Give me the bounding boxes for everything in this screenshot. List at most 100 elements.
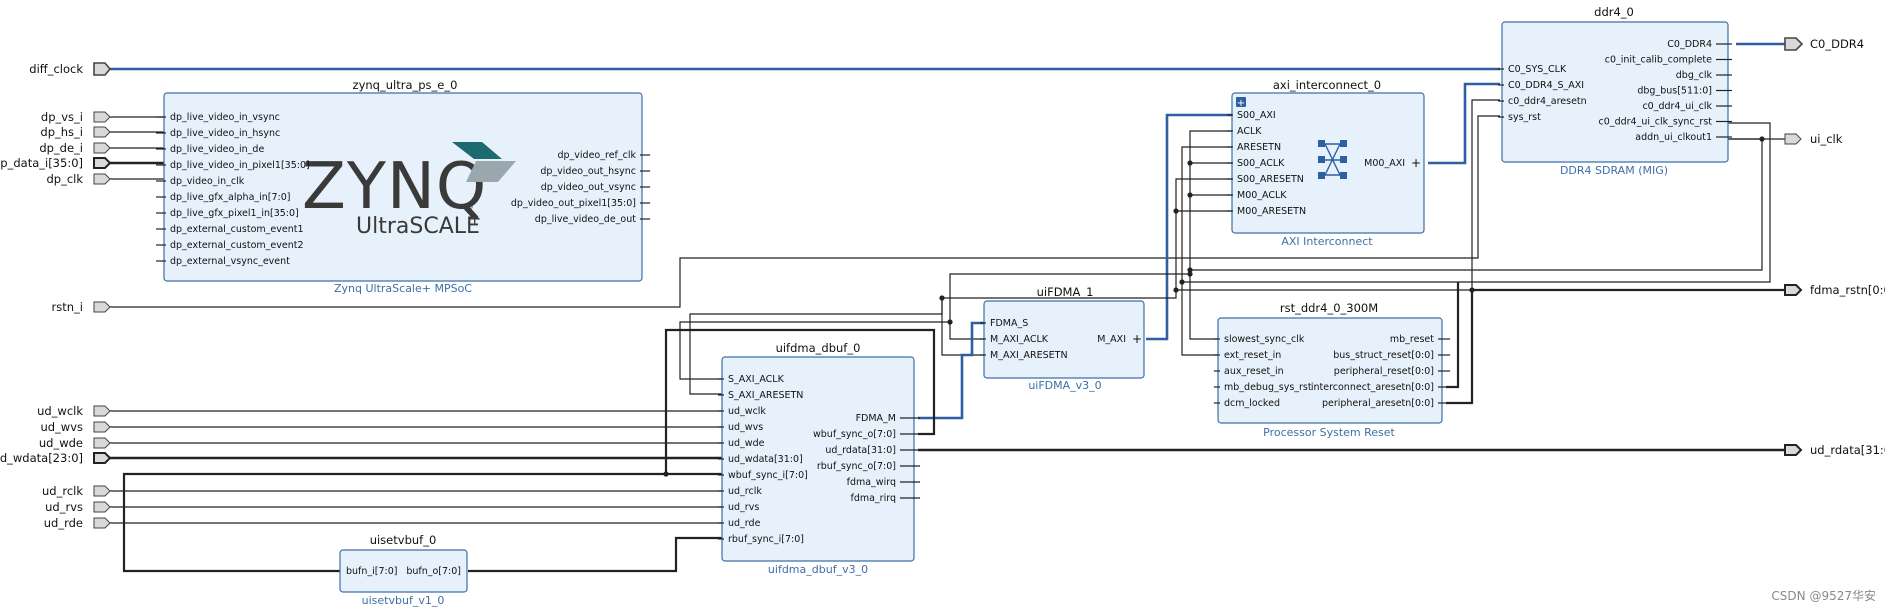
pin-label: dp_video_out_vsync xyxy=(541,182,636,193)
pin-label: S00_AXI xyxy=(1237,110,1276,121)
bus-plus-icon: + xyxy=(1411,156,1421,170)
block-uisetvbuf[interactable]: uisetvbuf_0 uisetvbuf_v1_0 bufn_i[7:0] b… xyxy=(339,533,468,607)
pin-dp-live-video-in-vsync[interactable]: dp_live_video_in_vsync xyxy=(156,112,280,123)
pin-mb-debug-sys-rst[interactable]: mb_debug_sys_rst xyxy=(1214,382,1312,393)
block-uifdma-dbuf[interactable]: uifdma_dbuf_0 uifdma_dbuf_v3_0 S_AXI_ACL… xyxy=(718,341,920,576)
port-dp-clk[interactable]: dp_clk xyxy=(46,172,111,186)
pin-label: dp_video_ref_clk xyxy=(557,150,636,161)
pin-m00-aresetn[interactable]: M00_ARESETN xyxy=(1227,206,1306,217)
port-ud-rclk[interactable]: ud_rclk xyxy=(42,484,111,498)
pin-label: dp_external_custom_event1 xyxy=(170,224,304,235)
pin-label: dp_live_video_in_pixel1[35:0] xyxy=(170,160,310,171)
pin-bus-struct-reset[interactable]: bus_struct_reset[0:0] xyxy=(1333,350,1450,361)
port-ud-wvs[interactable]: ud_wvs xyxy=(40,420,111,434)
pin-dp-video-out-hsync[interactable]: dp_video_out_hsync xyxy=(540,166,650,177)
zynq-logo-plus: + xyxy=(468,209,481,228)
pin-label: rbuf_sync_i[7:0] xyxy=(728,534,804,545)
net-m00-axi[interactable] xyxy=(1428,82,1500,165)
block-subtitle: uisetvbuf_v1_0 xyxy=(362,594,445,607)
pin-dcm-locked[interactable]: dcm_locked xyxy=(1214,398,1280,409)
pin-dp-live-video-de-out[interactable]: dp_live_video_de_out xyxy=(535,214,650,225)
pin-label: dbg_clk xyxy=(1676,70,1713,81)
block-ddr4[interactable]: ddr4_0 DDR4 SDRAM (MIG) C0_SYS_CLK C0_DDR… xyxy=(1498,5,1732,177)
net-fdma-m[interactable] xyxy=(918,321,984,420)
pin-s-axi-aclk[interactable]: S_AXI_ACLK xyxy=(718,374,785,385)
port-in-icon xyxy=(93,157,112,169)
port-c0-ddr4[interactable]: C0_DDR4 xyxy=(1784,37,1864,51)
pin-s-axi-aresetn[interactable]: S_AXI_ARESETN xyxy=(718,390,803,401)
pin-c0-ddr4-ui-clk-sync-rst[interactable]: c0_ddr4_ui_clk_sync_rst xyxy=(1599,117,1732,128)
port-ud-wdata[interactable]: ud_wdata[23:0] xyxy=(0,451,112,465)
pin-dp-external-custom-event1[interactable]: dp_external_custom_event1 xyxy=(156,224,304,235)
pin-bufn-o[interactable]: bufn_o[7:0] xyxy=(406,566,461,577)
pin-slowest-sync-clk[interactable]: slowest_sync_clk xyxy=(1214,334,1305,345)
pin-rbuf-sync-i[interactable]: rbuf_sync_i[7:0] xyxy=(718,534,804,545)
block-uifdma[interactable]: uiFDMA_1 uiFDMA_v3_0 FDMA_S M_AXI_ACLK M_A… xyxy=(980,285,1145,392)
pin-label: wbuf_sync_i[7:0] xyxy=(728,470,808,481)
block-subtitle: DDR4 SDRAM (MIG) xyxy=(1560,164,1668,177)
port-diff-clock[interactable]: diff_clock xyxy=(29,62,112,76)
pin-label: ud_rdata[31:0] xyxy=(825,445,896,456)
expand-button[interactable]: + xyxy=(1236,97,1246,109)
net-sync-rst-rst[interactable] xyxy=(1181,282,1218,356)
port-dp-data-i[interactable]: dp_data_i[35:0] xyxy=(0,156,112,170)
pin-c0-sys-clk[interactable]: C0_SYS_CLK xyxy=(1498,64,1567,75)
pin-wbuf-sync-i[interactable]: wbuf_sync_i[7:0] xyxy=(718,470,808,481)
port-rstn-i[interactable]: rstn_i xyxy=(52,300,111,314)
net-fdma-rstn[interactable] xyxy=(1446,288,1785,405)
pin-m-axi[interactable]: M_AXI + xyxy=(1097,332,1142,346)
block-zynq-ultra-ps[interactable]: zynq_ultra_ps_e_0 Zynq UltraScale+ MPSoC… xyxy=(156,78,650,295)
pin-label: dp_external_custom_event2 xyxy=(170,240,304,251)
pin-label: sys_rst xyxy=(1508,112,1541,123)
pin-m-axi-aclk[interactable]: M_AXI_ACLK xyxy=(980,334,1049,345)
pin-peripheral-reset[interactable]: peripheral_reset[0:0] xyxy=(1334,366,1450,377)
pin-s00-aresetn[interactable]: S00_ARESETN xyxy=(1227,174,1304,185)
pin-m-axi-aresetn[interactable]: M_AXI_ARESETN xyxy=(980,350,1068,361)
pin-label: C0_DDR4_S_AXI xyxy=(1508,80,1584,91)
pin-peripheral-aresetn[interactable]: peripheral_aresetn[0:0] xyxy=(1322,398,1450,409)
pin-m00-aclk[interactable]: M00_ACLK xyxy=(1227,190,1287,201)
pin-label: S00_ARESETN xyxy=(1237,174,1304,185)
pin-interconnect-aresetn[interactable]: interconnect_aresetn[0:0] xyxy=(1311,382,1450,393)
pin-dp-live-video-in-de[interactable]: dp_live_video_in_de xyxy=(156,144,264,155)
pin-dp-external-vsync-event[interactable]: dp_external_vsync_event xyxy=(156,256,290,267)
pin-dp-video-in-clk[interactable]: dp_video_in_clk xyxy=(156,176,245,187)
block-proc-sys-reset[interactable]: rst_ddr4_0_300M Processor System Reset s… xyxy=(1214,301,1450,439)
pin-dp-live-video-in-pixel1[interactable]: dp_live_video_in_pixel1[35:0] xyxy=(156,160,310,171)
port-dp-hs-i[interactable]: dp_hs_i xyxy=(40,125,111,139)
net-fdma-maxi[interactable] xyxy=(1146,113,1232,341)
port-fdma-rstn[interactable]: fdma_rstn[0:0] xyxy=(1784,283,1885,297)
port-ud-wde[interactable]: ud_wde xyxy=(39,436,111,450)
pin-c0-ddr4-aresetn[interactable]: c0_ddr4_aresetn xyxy=(1498,96,1587,107)
block-design-canvas[interactable]: diff_clock dp_vs_i dp_hs_i dp_de_i dp_da… xyxy=(0,0,1885,613)
pin-c0-ddr4-s-axi[interactable]: C0_DDR4_S_AXI xyxy=(1498,80,1584,91)
port-ud-rvs[interactable]: ud_rvs xyxy=(45,500,111,514)
pin-ext-reset-in[interactable]: ext_reset_in xyxy=(1214,350,1281,361)
pin-m00-axi[interactable]: M00_AXI + xyxy=(1364,156,1421,170)
port-in-icon xyxy=(93,485,111,497)
pin-dp-video-out-vsync[interactable]: dp_video_out_vsync xyxy=(541,182,650,193)
port-in-icon xyxy=(93,173,111,185)
port-dp-de-i[interactable]: dp_de_i xyxy=(39,141,111,155)
block-title: uiFDMA_1 xyxy=(1037,285,1094,299)
pin-dp-live-gfx-alpha-in[interactable]: dp_live_gfx_alpha_in[7:0] xyxy=(156,192,291,203)
pin-dp-external-custom-event2[interactable]: dp_external_custom_event2 xyxy=(156,240,304,251)
pin-label: S_AXI_ACLK xyxy=(728,374,785,385)
port-dp-vs-i[interactable]: dp_vs_i xyxy=(41,110,111,124)
port-ud-rdata[interactable]: ud_rdata[31:0] xyxy=(1784,443,1885,457)
pin-dp-live-video-in-hsync[interactable]: dp_live_video_in_hsync xyxy=(156,128,280,139)
pin-dp-video-out-pixel1[interactable]: dp_video_out_pixel1[35:0] xyxy=(511,198,650,209)
port-ud-rde[interactable]: ud_rde xyxy=(44,516,111,530)
port-ud-wclk[interactable]: ud_wclk xyxy=(37,404,111,418)
net-setv-out[interactable] xyxy=(468,536,722,573)
pin-bufn-i[interactable]: bufn_i[7:0] xyxy=(346,566,398,577)
port-in-icon xyxy=(93,405,111,417)
net-ui-clk-rst[interactable] xyxy=(1189,270,1218,340)
port-ui-clk[interactable]: ui_clk xyxy=(1784,132,1843,146)
pin-dp-live-gfx-pixel1-in[interactable]: dp_live_gfx_pixel1_in[35:0] xyxy=(156,208,299,219)
pin-ud-wdata[interactable]: ud_wdata[31:0] xyxy=(718,454,803,465)
net-aresetn-ddr[interactable] xyxy=(1471,99,1500,290)
pin-aux-reset-in[interactable]: aux_reset_in xyxy=(1214,366,1284,377)
block-subtitle: AXI Interconnect xyxy=(1281,235,1373,248)
block-axi-interconnect[interactable]: axi_interconnect_0 AXI Interconnect + S0… xyxy=(1227,78,1425,248)
